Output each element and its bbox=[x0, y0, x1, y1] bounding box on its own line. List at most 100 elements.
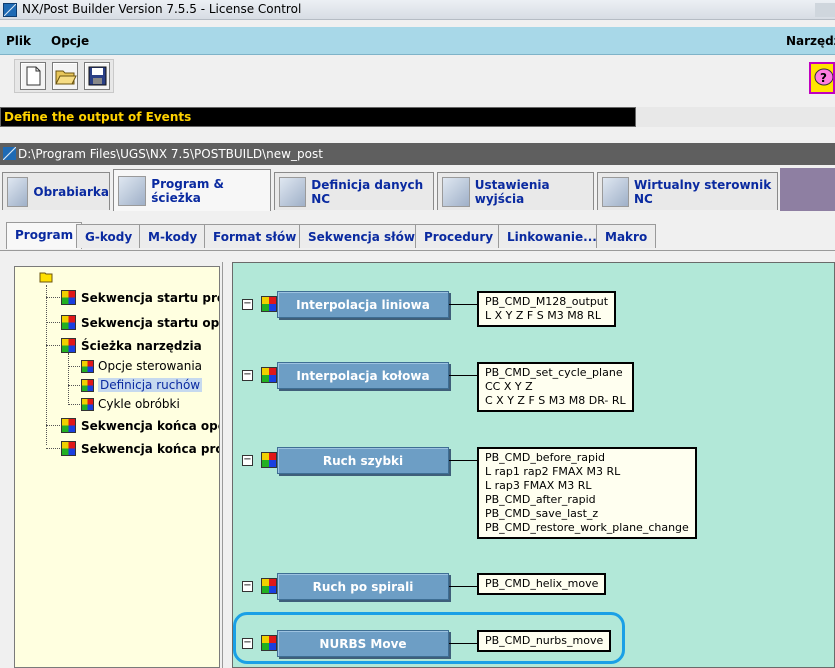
collapse-icon[interactable]: − bbox=[242, 581, 253, 592]
block-line: L rap1 rap2 FMAX M3 RL bbox=[485, 465, 621, 478]
event-block[interactable]: PB_CMD_set_cycle_plane CC X Y Z C X Y Z … bbox=[477, 362, 634, 412]
subtab-format-slow[interactable]: Format słów bbox=[204, 224, 306, 248]
connector-line bbox=[449, 304, 477, 305]
tree-root[interactable] bbox=[39, 271, 53, 283]
event-row: − Ruch szybki PB_CMD_before_rapid L rap1… bbox=[242, 447, 697, 539]
connector-line bbox=[449, 375, 477, 376]
open-button[interactable] bbox=[52, 62, 78, 90]
event-canvas: − Interpolacja liniowa PB_CMD_M128_outpu… bbox=[232, 262, 835, 668]
save-button[interactable] bbox=[84, 62, 110, 90]
window-title: NX/Post Builder Version 7.5.5 - License … bbox=[22, 2, 302, 16]
event-row: − Ruch po spirali PB_CMD_helix_move bbox=[242, 573, 607, 600]
tree-item[interactable]: Sekwencja końca operacji bbox=[61, 418, 219, 433]
subtab-m-kody[interactable]: M-kody bbox=[139, 224, 207, 248]
event-cube-icon bbox=[61, 441, 76, 456]
connector-line bbox=[449, 586, 477, 587]
event-tree: Sekwencja startu programu Sekwencja star… bbox=[14, 266, 220, 668]
tree-item[interactable]: Ścieżka narzędzia bbox=[61, 338, 202, 353]
toolpath-icon bbox=[118, 175, 147, 206]
menu-narzedzia[interactable]: Narzędzi bbox=[786, 34, 835, 48]
main-tabs: Obrabiarka Program & ścieżka Definicja d… bbox=[0, 168, 835, 211]
event-cube-icon bbox=[61, 338, 76, 353]
event-cube-icon bbox=[261, 296, 277, 312]
pane-splitter[interactable] bbox=[222, 262, 232, 668]
block-line: PB_CMD_set_cycle_plane bbox=[485, 366, 623, 379]
tree-item[interactable]: Cykle obróbki bbox=[81, 397, 180, 411]
menu-opcje[interactable]: Opcje bbox=[51, 34, 89, 48]
event-block[interactable]: PB_CMD_M128_output L X Y Z F S M3 M8 RL bbox=[477, 291, 617, 327]
data-grid-icon bbox=[279, 176, 307, 207]
status-message: Define the output of Events bbox=[0, 107, 636, 127]
block-line: PB_CMD_after_rapid bbox=[485, 493, 596, 506]
block-line: PB_CMD_before_rapid bbox=[485, 451, 606, 464]
block-line: PB_CMD_helix_move bbox=[485, 577, 599, 590]
post-path: D:\Program Files\UGS\NX 7.5\POSTBUILD\ne… bbox=[18, 147, 323, 161]
tree-item[interactable]: Opcje sterowania bbox=[81, 359, 202, 373]
connector-line bbox=[449, 460, 477, 461]
tab-wirtualny-sterownik[interactable]: Wirtualny sterownik NC bbox=[597, 172, 778, 210]
new-file-button[interactable] bbox=[20, 62, 46, 90]
event-cube-icon bbox=[61, 418, 76, 433]
event-button[interactable]: Ruch po spirali bbox=[277, 573, 449, 600]
collapse-icon[interactable]: − bbox=[242, 370, 253, 381]
tab-definicja-danych[interactable]: Definicja danych NC bbox=[274, 172, 434, 210]
svg-text:?: ? bbox=[820, 71, 827, 85]
sub-tabs: Program G-kody M-kody Format słów Sekwen… bbox=[0, 222, 835, 250]
status-spacer bbox=[636, 107, 835, 127]
machine-icon bbox=[7, 176, 29, 207]
tree-item[interactable]: Sekwencja startu operacji bbox=[61, 315, 219, 330]
tab-label: Ustawienia wyjścia bbox=[474, 177, 550, 206]
event-button[interactable]: Interpolacja kołowa bbox=[277, 362, 449, 389]
event-cube-icon bbox=[81, 378, 94, 392]
tree-item[interactable]: Sekwencja końca programu bbox=[61, 441, 219, 456]
app-icon bbox=[3, 3, 17, 17]
new-file-icon bbox=[26, 66, 41, 86]
tab-obrabiarka[interactable]: Obrabiarka bbox=[2, 172, 110, 210]
subtab-program[interactable]: Program bbox=[6, 222, 83, 249]
tab-ustawienia-wyjscia[interactable]: Ustawienia wyjścia bbox=[437, 172, 594, 210]
controller-icon bbox=[602, 176, 629, 207]
tab-label: Wirtualny sterownik NC bbox=[633, 177, 772, 206]
help-icon: ? bbox=[814, 68, 834, 86]
printer-icon bbox=[442, 176, 470, 207]
event-block[interactable]: PB_CMD_helix_move bbox=[477, 573, 607, 595]
open-folder-icon bbox=[55, 70, 77, 85]
event-cube-icon bbox=[81, 397, 94, 411]
subtab-g-kody[interactable]: G-kody bbox=[76, 224, 142, 248]
menu-bar: Plik Opcje Narzędzi bbox=[0, 27, 835, 55]
event-row: − Interpolacja liniowa PB_CMD_M128_outpu… bbox=[242, 291, 617, 327]
event-cube-icon bbox=[61, 290, 76, 305]
block-line: PB_CMD_M128_output bbox=[485, 295, 609, 308]
collapse-icon[interactable]: − bbox=[242, 455, 253, 466]
highlight-ellipse bbox=[233, 612, 625, 664]
help-button[interactable]: ? bbox=[809, 62, 835, 94]
event-block[interactable]: PB_CMD_before_rapid L rap1 rap2 FMAX M3 … bbox=[477, 447, 697, 539]
folder-icon bbox=[39, 272, 53, 283]
menu-plik[interactable]: Plik bbox=[6, 34, 31, 48]
event-cube-icon bbox=[81, 359, 94, 373]
block-line: L X Y Z F S M3 M8 RL bbox=[485, 309, 601, 322]
event-cube-icon bbox=[261, 578, 277, 594]
subtab-procedury[interactable]: Procedury bbox=[415, 224, 503, 248]
tab-label: Program & ścieżka bbox=[151, 176, 224, 205]
block-line: PB_CMD_restore_work_plane_change bbox=[485, 521, 689, 534]
subtab-sekwencja-slow[interactable]: Sekwencja słów bbox=[299, 224, 424, 248]
block-line: PB_CMD_save_last_z bbox=[485, 507, 599, 520]
tree-item[interactable]: Sekwencja startu programu bbox=[61, 290, 219, 305]
subtab-linkowanie[interactable]: Linkowanie... bbox=[498, 224, 606, 248]
toolbar bbox=[0, 56, 835, 102]
subtab-makro[interactable]: Makro bbox=[596, 224, 657, 248]
save-icon bbox=[88, 66, 107, 86]
event-cube-icon bbox=[61, 315, 76, 330]
event-cube-icon bbox=[261, 367, 277, 383]
tree-item-selected[interactable]: Definicja ruchów bbox=[81, 378, 203, 392]
tab-program-sciezka[interactable]: Program & ścieżka bbox=[113, 169, 271, 211]
window-controls[interactable] bbox=[815, 3, 835, 17]
tab-strip-fill bbox=[780, 168, 835, 211]
block-line: CC X Y Z bbox=[485, 380, 533, 393]
block-line: L rap3 FMAX M3 RL bbox=[485, 479, 592, 492]
event-button[interactable]: Interpolacja liniowa bbox=[277, 291, 449, 318]
event-button[interactable]: Ruch szybki bbox=[277, 447, 449, 474]
collapse-icon[interactable]: − bbox=[242, 299, 253, 310]
post-window-bar: D:\Program Files\UGS\NX 7.5\POSTBUILD\ne… bbox=[0, 143, 835, 165]
